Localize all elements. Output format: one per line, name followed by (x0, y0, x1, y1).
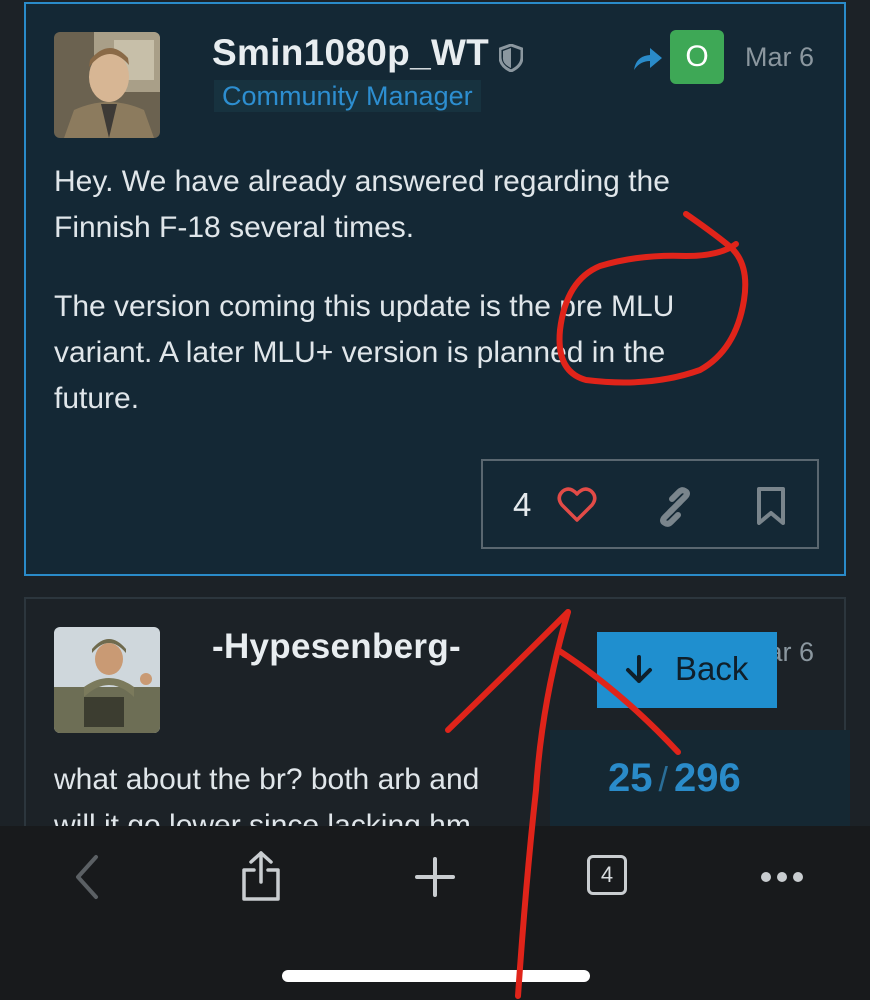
post-date[interactable]: Mar 6 (745, 42, 814, 73)
post-body-paragraph: Hey. We have already answered regarding … (54, 165, 670, 244)
post-author-name[interactable]: -Hypesenberg- (212, 627, 461, 667)
post-author-name[interactable]: Smin1080p_WT (212, 32, 489, 74)
back-button-label: Back (675, 650, 749, 687)
progress-separator: / (658, 761, 668, 799)
home-indicator (282, 970, 590, 982)
plus-icon[interactable] (414, 856, 456, 903)
post-body-paragraph: The version coming this update is the pr… (54, 290, 675, 415)
share-icon[interactable] (240, 850, 282, 907)
back-button[interactable]: Back (597, 632, 777, 708)
progress-current: 25 (608, 756, 653, 800)
shield-icon (498, 43, 524, 77)
arrow-down-icon (623, 654, 655, 694)
op-avatar-badge[interactable]: O (670, 30, 724, 84)
reply-arrow-icon[interactable] (632, 44, 664, 77)
tabs-button[interactable]: 4 (587, 855, 627, 895)
bookmark-icon[interactable] (755, 487, 787, 530)
user-title-badge: Community Manager (214, 80, 481, 112)
chevron-left-icon[interactable] (72, 854, 102, 905)
link-icon[interactable] (655, 487, 695, 532)
post-1: Smin1080p_WT Community Manager O Mar 6 H… (24, 2, 846, 576)
more-icon[interactable] (760, 870, 804, 889)
avatar-smin[interactable] (54, 32, 160, 138)
post-actions: 4 (481, 459, 819, 549)
avatar-hypesenberg[interactable] (54, 627, 160, 733)
topic-progress[interactable]: 25/296 (550, 730, 850, 830)
like-count[interactable]: 4 (513, 486, 531, 524)
progress-total: 296 (673, 756, 741, 800)
heart-icon[interactable] (557, 487, 597, 528)
